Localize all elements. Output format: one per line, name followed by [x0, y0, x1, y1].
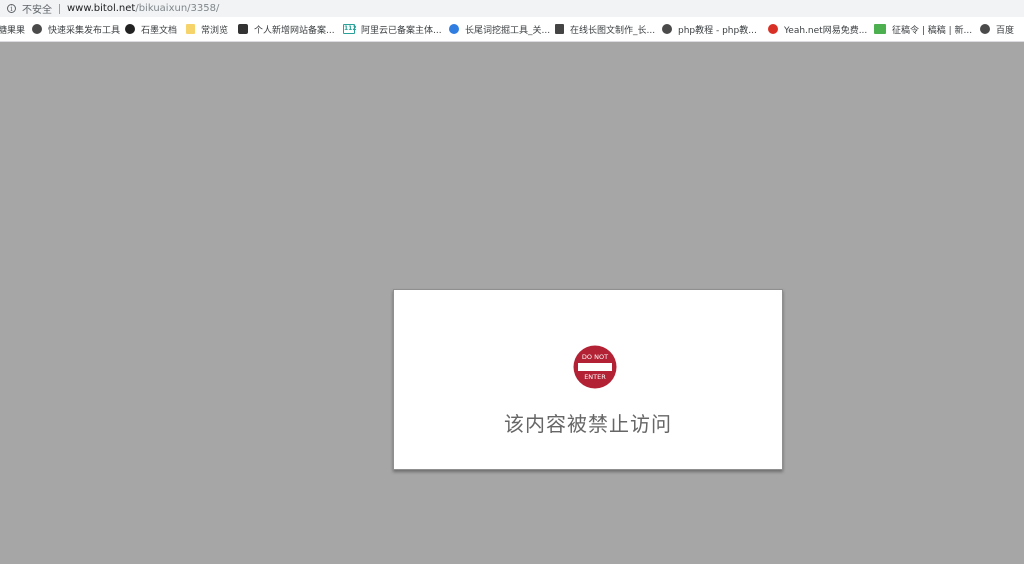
bookmark-label: Yeah.net网易免费... [784, 25, 868, 36]
bookmark-long-image[interactable]: 在线长图文制作_长... [555, 17, 662, 41]
sign-bottom-text: ENTER [584, 373, 606, 381]
bookmark-folder-frequent[interactable]: 常浏览 [186, 17, 238, 41]
bookmark-shimo[interactable]: 石墨文档 [125, 17, 186, 41]
bookmark-site-record[interactable]: 个人新增网站备案... [238, 17, 343, 41]
bookmarks-bar: 糖果果 快速采集发布工具 石墨文档 常浏览 个人新增网站备案... 112 阿里… [0, 17, 1024, 42]
sign-top-text: DO NOT [582, 353, 608, 361]
bookmark-baidu[interactable]: 百度 [980, 17, 1024, 41]
do-not-enter-icon: DO NOT ENTER [573, 345, 617, 389]
bookmark-label: php教程 - php教... [678, 25, 757, 36]
url-path[interactable]: /bikuaixun/3358/ [135, 3, 219, 14]
bookmark-label: 糖果果 [0, 25, 26, 36]
bookmark-label: 快速采集发布工具 [48, 25, 121, 36]
address-bar[interactable]: i 不安全 www.bitol.net/bikuaixun/3358/ [0, 0, 1024, 17]
bookmark-candy[interactable]: 糖果果 [0, 17, 32, 41]
bookmark-label: 征稿令 | 稿稿 | 新... [892, 25, 973, 36]
access-denied-dialog: DO NOT ENTER 该内容被禁止访问 [393, 289, 783, 470]
address-separator [59, 3, 60, 14]
bookmark-label: 阿里云已备案主体... [361, 25, 442, 36]
globe-icon [32, 24, 42, 34]
bookmark-label: 常浏览 [201, 25, 229, 36]
info-icon[interactable]: i [7, 4, 16, 13]
shimo-icon [125, 24, 135, 34]
download-icon [555, 24, 564, 34]
aliyun-112-icon: 112 [343, 24, 357, 34]
sign-bar [578, 363, 612, 371]
bookmark-yeah-net[interactable]: Yeah.net网易免费... [768, 17, 874, 41]
netease-icon [768, 24, 778, 34]
bookmark-call-for-papers[interactable]: 征稿令 | 稿稿 | 新... [874, 17, 980, 41]
bookmark-label: 百度 [996, 25, 1015, 36]
bookmark-label: 个人新增网站备案... [254, 25, 335, 36]
folder-icon [186, 24, 195, 34]
globe-icon [662, 24, 672, 34]
site-icon [238, 24, 248, 34]
bookmark-collect-tool[interactable]: 快速采集发布工具 [32, 17, 125, 41]
bookmark-label: 长尾词挖掘工具_关... [465, 25, 551, 36]
blue-circle-icon [449, 24, 459, 34]
url-host[interactable]: www.bitol.net [67, 3, 135, 14]
bookmark-php-tutorial[interactable]: php教程 - php教... [662, 17, 768, 41]
bookmark-label: 在线长图文制作_长... [570, 25, 656, 36]
bookmark-longtail-tool[interactable]: 长尾词挖掘工具_关... [449, 17, 555, 41]
bookmark-aliyun[interactable]: 112 阿里云已备案主体... [343, 17, 449, 41]
globe-icon [980, 24, 990, 34]
green-icon [874, 24, 886, 34]
forbidden-message: 该内容被禁止访问 [504, 412, 672, 436]
bookmark-label: 石墨文档 [141, 25, 178, 36]
security-status[interactable]: 不安全 [22, 1, 52, 16]
